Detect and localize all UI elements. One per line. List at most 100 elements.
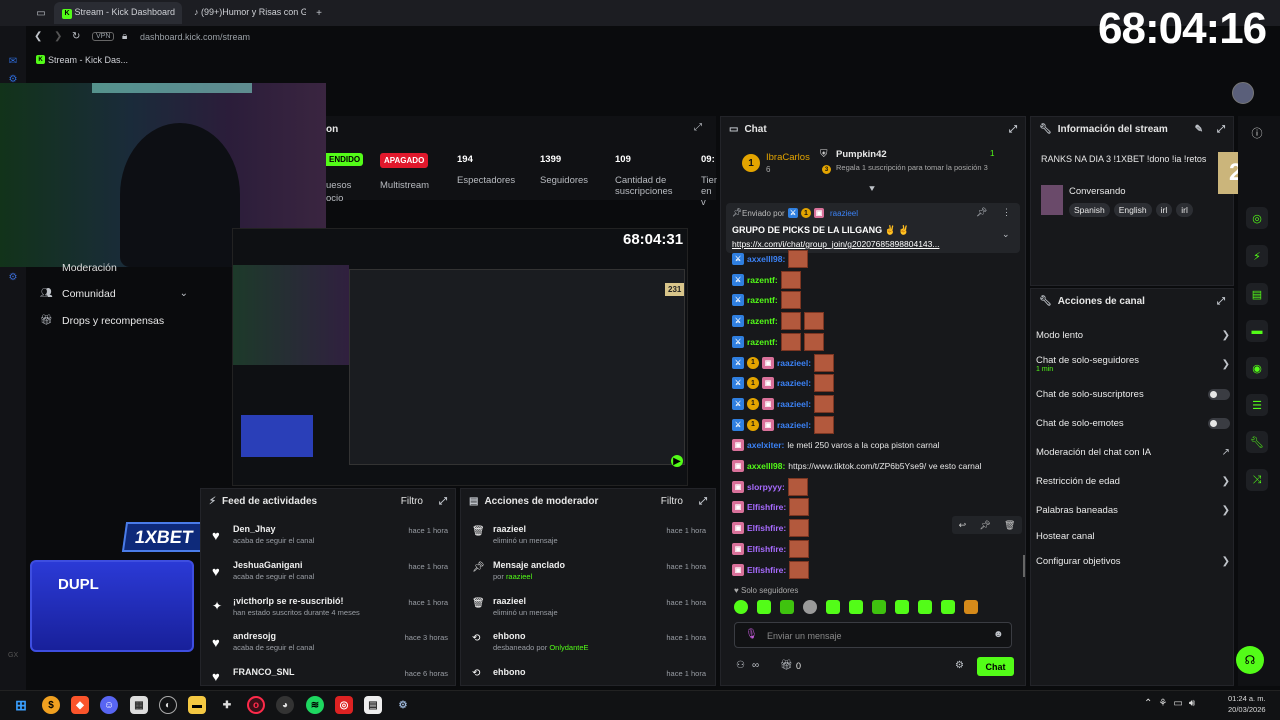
chat-message[interactable]: ▣ slorpyyy: bbox=[732, 477, 808, 496]
chat-username[interactable]: razentf: bbox=[747, 337, 778, 347]
windows-start-icon[interactable]: ⊞ bbox=[12, 696, 30, 714]
chat-username[interactable]: Elfishfire: bbox=[747, 523, 786, 533]
chat-username[interactable]: axxelll98: bbox=[747, 254, 785, 264]
action-goals[interactable]: Configurar objetivos ❯ bbox=[1036, 551, 1230, 571]
opera-gx-icon[interactable]: o bbox=[247, 696, 265, 714]
new-tab-icon[interactable]: + bbox=[312, 6, 326, 20]
emote-icon[interactable] bbox=[872, 600, 886, 614]
tray-chevron-icon[interactable]: ⌃ bbox=[1144, 698, 1158, 709]
tag[interactable]: irl bbox=[1176, 203, 1193, 217]
volume-icon[interactable]: 🔊︎ bbox=[1189, 698, 1201, 709]
emote-icon[interactable] bbox=[757, 600, 771, 614]
filter-button[interactable]: Filtro bbox=[401, 496, 423, 507]
chat-message[interactable]: ▣ axelxiter: le meti 250 varos a la copa p… bbox=[732, 436, 940, 454]
gear-icon[interactable]: ⚙ bbox=[955, 660, 964, 671]
action-emotes-only[interactable]: Chat de solo-emotes bbox=[1036, 413, 1230, 433]
settings-icon[interactable]: ⚙ bbox=[6, 270, 20, 284]
chat-bubble-icon[interactable]: ▬ bbox=[1246, 320, 1268, 342]
emote-icon[interactable] bbox=[895, 600, 909, 614]
back-icon[interactable]: ❮ bbox=[34, 31, 42, 42]
unpin-icon[interactable]: 📌︎ bbox=[976, 207, 987, 218]
chat-username[interactable]: slorpyyy: bbox=[747, 482, 785, 492]
chat-message[interactable]: ⚔ 1 ▣ raazieel: bbox=[732, 415, 835, 434]
folder-icon[interactable]: ▬ bbox=[188, 696, 206, 714]
popout-icon[interactable]: ⤢ bbox=[1009, 124, 1017, 135]
expand-icon[interactable]: ⤢ bbox=[694, 122, 702, 133]
github-icon[interactable]: ◐ bbox=[159, 696, 177, 714]
broadcast-icon[interactable]: ◉ bbox=[1246, 357, 1268, 379]
top-gifter-2[interactable]: ⛨ Pumpkin42 1 3 Regala 1 suscripción par… bbox=[820, 148, 1010, 178]
pin-icon[interactable]: 📌︎ bbox=[979, 520, 990, 531]
filter-button[interactable]: Filtro bbox=[661, 496, 683, 507]
tag[interactable]: Spanish bbox=[1069, 203, 1110, 217]
taskbar-app-icon[interactable]: $ bbox=[42, 696, 60, 714]
bookmark-kick[interactable]: Stream - Kick Das... bbox=[48, 55, 128, 65]
popout-icon[interactable]: ⤢ bbox=[1217, 296, 1225, 307]
info-icon[interactable]: ⓘ bbox=[1246, 122, 1268, 144]
arrows-icon[interactable]: ⤨ bbox=[1246, 469, 1268, 491]
action-ai-moderation[interactable]: Moderación del chat con IA ↗ bbox=[1036, 442, 1230, 462]
chat-username[interactable]: Elfishfire: bbox=[747, 502, 786, 512]
chat-message[interactable]: ⚔ razentf: bbox=[732, 270, 801, 289]
notepad-icon[interactable]: ▤ bbox=[364, 696, 382, 714]
reload-icon[interactable]: ↻ bbox=[72, 31, 80, 42]
chat-message[interactable]: ⚔ 1 ▣ raazieel: bbox=[732, 374, 835, 393]
emote-icon[interactable] bbox=[849, 600, 863, 614]
nav-moderation[interactable]: Moderación bbox=[62, 262, 117, 274]
document-icon[interactable]: ▤ bbox=[1246, 283, 1268, 305]
clock-time[interactable]: 01:24 a. m. bbox=[1228, 694, 1266, 703]
action-age-restriction[interactable]: Restricción de edad ❯ bbox=[1036, 471, 1230, 491]
spotify-icon[interactable]: ≋ bbox=[306, 696, 324, 714]
discord-icon[interactable]: ☺ bbox=[100, 696, 118, 714]
mic-icon[interactable]: 🎙︎ bbox=[745, 629, 758, 640]
chat-username[interactable]: raazieel: bbox=[777, 399, 811, 409]
tab-kick-dashboard[interactable]: K Stream - Kick Dashboard bbox=[54, 2, 182, 24]
store-icon[interactable]: ▦ bbox=[130, 696, 148, 714]
chevron-down-icon[interactable]: ⌄ bbox=[1002, 229, 1010, 240]
popout-icon[interactable]: ⤢ bbox=[1217, 124, 1225, 135]
avatar[interactable] bbox=[1232, 82, 1254, 104]
desc-user[interactable]: raazieel bbox=[506, 572, 532, 581]
toggle-switch[interactable] bbox=[1208, 388, 1230, 400]
popout-icon[interactable]: ⤢ bbox=[439, 496, 447, 507]
chat-username[interactable]: raazieel: bbox=[777, 378, 811, 388]
more-icon[interactable]: ⋮ bbox=[1002, 207, 1011, 218]
emote-icon[interactable] bbox=[964, 600, 978, 614]
chat-message[interactable]: ⚔ razentf: bbox=[732, 332, 824, 351]
chat-message[interactable]: ⚔ razentf: bbox=[732, 312, 824, 331]
emote-icon[interactable] bbox=[780, 600, 794, 614]
chat-message[interactable]: ▣ Elfishfire: bbox=[732, 498, 810, 517]
kick-bookmark-icon[interactable]: K bbox=[36, 55, 45, 64]
popout-icon[interactable]: ⤢ bbox=[699, 496, 707, 507]
desc-user[interactable]: OnlydanteE bbox=[549, 643, 588, 652]
forward-icon[interactable]: ❯ bbox=[54, 31, 62, 42]
action-slow-mode[interactable]: Modo lento ❯ bbox=[1036, 325, 1230, 345]
users-icon[interactable]: ⚇ bbox=[736, 660, 745, 671]
action-subscribers-only[interactable]: Chat de solo-suscriptores bbox=[1036, 384, 1230, 404]
chat-message[interactable]: ⚔ 1 ▣ raazieel: bbox=[732, 353, 835, 372]
stream-preview[interactable]: 68:04:31 231 ▶ bbox=[232, 228, 688, 486]
chat-username[interactable]: raazieel: bbox=[777, 420, 811, 430]
gift-icon[interactable]: 🎁︎ bbox=[780, 660, 793, 671]
support-button[interactable]: ☊ bbox=[1236, 646, 1264, 674]
reply-icon[interactable]: ↩ bbox=[959, 520, 967, 531]
pinned-link[interactable]: https://x.com/i/chat/group_join/g2020768… bbox=[732, 239, 939, 249]
chat-username[interactable]: razentf: bbox=[747, 275, 778, 285]
toggle-switch[interactable] bbox=[1208, 417, 1230, 429]
chat-message[interactable]: ⚔ razentf: bbox=[732, 291, 801, 310]
action-banned-words[interactable]: Palabras baneadas ❯ bbox=[1036, 500, 1230, 520]
infinity-icon[interactable]: ∞ bbox=[752, 660, 759, 671]
action-host-channel[interactable]: Hostear canal bbox=[1036, 526, 1230, 546]
emote-icon[interactable] bbox=[918, 600, 932, 614]
chat-username[interactable]: Elfishfire: bbox=[747, 544, 786, 554]
network-icon[interactable]: ▭ bbox=[1173, 698, 1188, 709]
chat-input[interactable]: 🎙︎ Enviar un mensaje ☻ bbox=[734, 622, 1012, 648]
emote-icon[interactable] bbox=[803, 600, 817, 614]
messenger-icon[interactable]: ✉ bbox=[6, 54, 20, 68]
chat-message[interactable]: ⚔ 1 ▣ raazieel: bbox=[732, 394, 835, 413]
url-text[interactable]: dashboard.kick.com/stream bbox=[140, 32, 250, 42]
emote-icon[interactable] bbox=[826, 600, 840, 614]
tab-overview-icon[interactable]: ▭ bbox=[34, 6, 48, 20]
chat-message[interactable]: ▣ Elfishfire: bbox=[732, 519, 810, 538]
nav-drops[interactable]: 🎁︎ Drops y recompensas bbox=[40, 314, 200, 330]
